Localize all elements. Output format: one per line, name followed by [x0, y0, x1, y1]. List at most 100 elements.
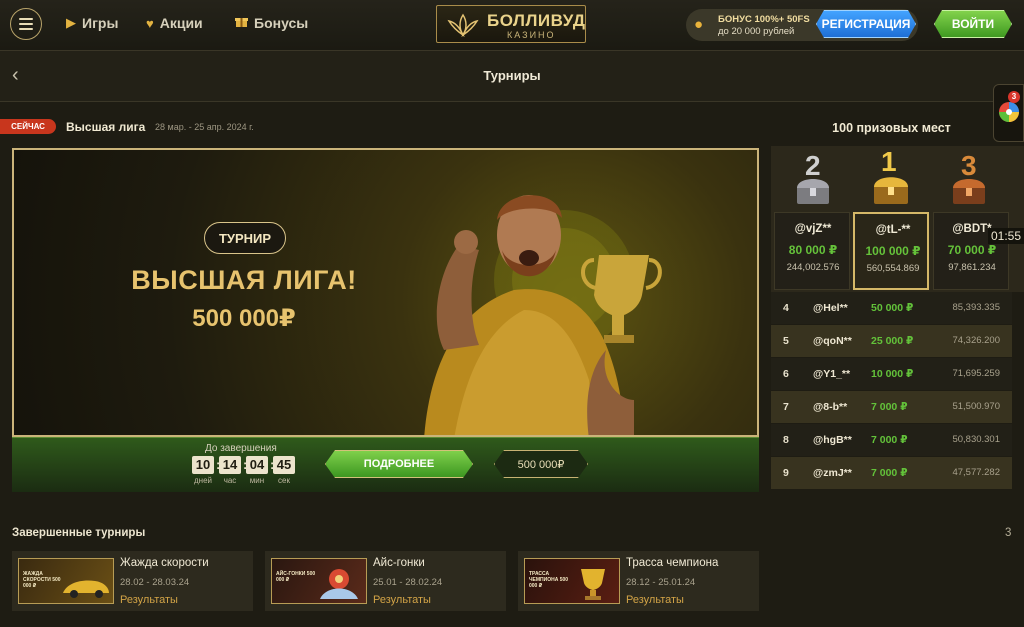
leaderboard-title: 100 призовых мест [832, 121, 951, 135]
nav-bonuses-label: Бонусы [254, 15, 309, 31]
countdown-days-unit: дней [193, 476, 212, 485]
login-button[interactable]: ВОЙТИ [934, 10, 1012, 38]
podium-prize: 100 000 ₽ [865, 244, 921, 258]
finished-name: Айс-гонки [373, 557, 425, 569]
countdown-hours-unit: час [223, 476, 237, 485]
nav-promotions[interactable]: ♥ Акции [146, 15, 203, 31]
burger-line [19, 18, 33, 20]
lotus-icon [447, 13, 479, 37]
silver-chest-icon [797, 179, 829, 204]
finished-tournament-card[interactable]: ТРАССА ЧЕМПИОНА 500 000 ₽ Трасса чемпион… [518, 551, 759, 611]
finished-count: 3 [1005, 527, 1012, 539]
row-prize: 25 000 ₽ [871, 335, 914, 347]
row-rank: 5 [783, 335, 789, 347]
banner-title: ВЫСШАЯ ЛИГА! [131, 265, 357, 295]
menu-button[interactable] [10, 8, 42, 40]
finished-tournament-card[interactable]: АЙС-ГОНКИ 500 000 ₽ Айс-гонки 25.01 - 28… [265, 551, 506, 611]
gold-chest-icon [874, 177, 908, 204]
row-rank: 7 [783, 401, 789, 413]
finished-tournament-card[interactable]: ЖАЖДА СКОРОСТИ 500 000 ₽ Жажда скорости … [12, 551, 253, 611]
car-illustration [63, 580, 109, 598]
row-rank: 6 [783, 368, 789, 380]
row-name: @hgB** [813, 434, 852, 446]
burger-line [19, 23, 33, 25]
results-link[interactable]: Результаты [373, 594, 431, 606]
nav-bonuses[interactable]: Бонусы [235, 15, 308, 31]
leaderboard-row: 7 @8-b** 7 000 ₽ 51,500.970 [771, 391, 1012, 423]
thumbnail-label: АЙС-ГОНКИ 500 000 ₽ [276, 571, 316, 583]
thumbnail-label: ТРАССА ЧЕМПИОНА 500 000 ₽ [529, 571, 569, 589]
banner-pill: ТУРНИР [204, 222, 286, 254]
title-bar: ‹ Турниры [0, 51, 1024, 102]
countdown-minutes-value: 04 [246, 456, 268, 474]
finished-name: Трасса чемпиона [626, 557, 719, 569]
row-score: 71,695.259 [952, 368, 1000, 379]
row-prize: 7 000 ₽ [871, 434, 908, 446]
details-button[interactable]: ПОДРОБНЕЕ [325, 450, 473, 478]
countdown-seconds: 45 сек [273, 456, 295, 485]
casino-logo[interactable]: БОЛЛИВУД КАЗИНО [436, 5, 586, 43]
countdown-seconds-unit: сек [278, 476, 290, 485]
leaderboard-row: 8 @hgB** 7 000 ₽ 50,830.301 [771, 424, 1012, 456]
bonus-line1: БОНУС 100%+ 50FS [718, 14, 810, 25]
wheel-icon [999, 102, 1019, 122]
logo-name: БОЛЛИВУД [487, 11, 586, 30]
row-name: @zmJ** [813, 467, 852, 479]
tournament-banner[interactable]: ТУРНИР ВЫСШАЯ ЛИГА! 500 000₽ [12, 148, 759, 437]
row-name: @Y1_** [813, 368, 851, 380]
tournament-name: Высшая лига [66, 120, 146, 134]
leaderboard-row: 4 @Hel** 50 000 ₽ 85,393.335 [771, 292, 1012, 324]
nav-promotions-label: Акции [159, 15, 203, 31]
results-link[interactable]: Результаты [626, 594, 684, 606]
finished-dates: 25.01 - 28.02.24 [373, 577, 443, 588]
podium-points: 560,554.869 [866, 263, 920, 274]
countdown-minutes-unit: мин [249, 476, 265, 485]
podium-card-1: @tL-** 100 000 ₽ 560,554.869 [853, 212, 929, 290]
countdown-bar: До завершения 10 дней : 14 час : 04 мин … [12, 437, 759, 492]
row-name: @Hel** [813, 302, 848, 314]
trophy-hero-illustration [424, 195, 662, 435]
bonus-line2: до 20 000 рублей [718, 26, 795, 37]
row-score: 85,393.335 [952, 302, 1000, 313]
finished-name: Жажда скорости [120, 557, 209, 569]
leaderboard-podium: 2 1 3 @vjZ** 80 000 ₽ 244,002.576 @tL-**… [771, 146, 1024, 292]
tournament-thumbnail: АЙС-ГОНКИ 500 000 ₽ [271, 558, 367, 604]
finished-dates: 28.02 - 28.03.24 [120, 577, 190, 588]
tournament-dates: 28 мар. - 25 апр. 2024 г. [155, 122, 254, 132]
leaderboard-row: 5 @qoN** 25 000 ₽ 74,326.200 [771, 325, 1012, 357]
countdown-minutes: 04 мин [246, 456, 268, 485]
podium-points: 244,002.576 [786, 262, 840, 273]
trophy-icon [581, 569, 605, 600]
burger-line [19, 28, 33, 30]
tournament-thumbnail: ТРАССА ЧЕМПИОНА 500 000 ₽ [524, 558, 620, 604]
logo-subtitle: КАЗИНО [507, 30, 556, 40]
thumbnail-label: ЖАЖДА СКОРОСТИ 500 000 ₽ [23, 571, 61, 589]
banner-amount: 500 000₽ [192, 305, 296, 332]
countdown-seconds-value: 45 [273, 456, 295, 474]
ice-race-illustration [320, 569, 358, 599]
podium-name: @vjZ** [794, 223, 832, 235]
leaderboard-row: 6 @Y1_** 10 000 ₽ 71,695.259 [771, 358, 1012, 390]
bronze-chest-icon [953, 179, 985, 204]
results-link[interactable]: Результаты [120, 594, 178, 606]
nav-games[interactable]: ▶ Игры [66, 15, 118, 31]
row-prize: 7 000 ₽ [871, 467, 908, 479]
prize-pool-button[interactable]: 500 000₽ [494, 450, 588, 478]
row-prize: 10 000 ₽ [871, 368, 914, 380]
register-button[interactable]: РЕГИСТРАЦИЯ [816, 10, 916, 38]
page-title: Турниры [483, 68, 541, 83]
row-prize: 7 000 ₽ [871, 401, 908, 413]
row-score: 47,577.282 [952, 467, 1000, 478]
row-score: 74,326.200 [952, 335, 1000, 346]
leaderboard-row: 9 @zmJ** 7 000 ₽ 47,577.282 [771, 457, 1012, 489]
podium-card-2: @vjZ** 80 000 ₽ 244,002.576 [774, 212, 850, 290]
row-score: 50,830.301 [952, 434, 1000, 445]
row-name: @8-b** [813, 401, 848, 413]
podium-prize: 80 000 ₽ [788, 243, 838, 257]
podium-card-3: @BDT* 70 000 ₽ 97,861.234 [933, 212, 1009, 290]
fortune-wheel-widget[interactable]: 3 [993, 84, 1024, 142]
wheel-badge: 3 [1008, 91, 1020, 103]
countdown-days: 10 дней [192, 456, 214, 485]
cherry-icon: ● [694, 16, 704, 33]
heart-icon: ♥ [146, 15, 154, 31]
